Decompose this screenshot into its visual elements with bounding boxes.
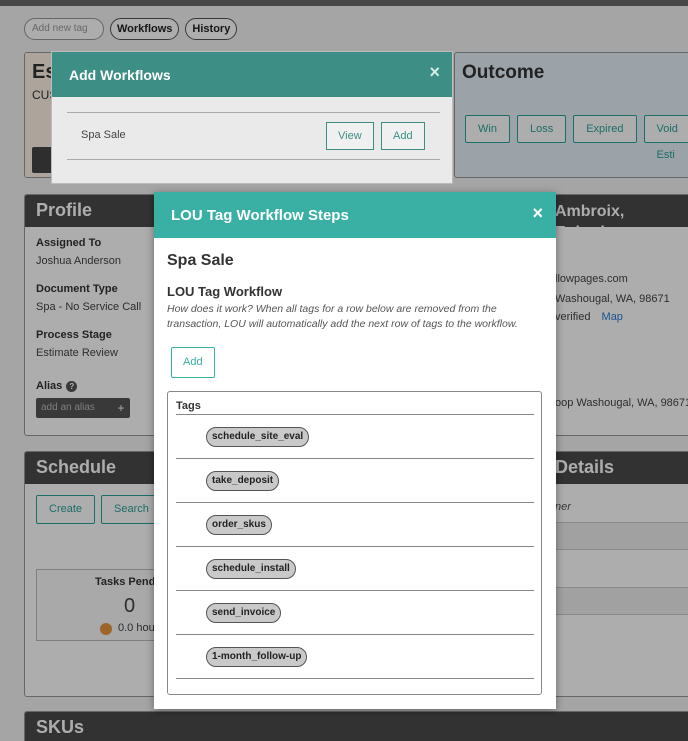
tags-table: Tags schedule_site_eval take_deposit ord… (167, 391, 542, 695)
tag-chip[interactable]: send_invoice (206, 603, 282, 623)
add-workflow-button[interactable]: Add (381, 122, 425, 150)
add-workflows-dialog: Add Workflows × Spa Sale View Add (51, 51, 453, 184)
tag-chip[interactable]: order_skus (206, 515, 272, 535)
tag-row: send_invoice (176, 591, 534, 635)
close-icon[interactable]: × (429, 62, 440, 83)
tag-chip[interactable]: take_deposit (206, 471, 280, 491)
workflow-heading: Spa Sale (167, 252, 234, 269)
tag-chip[interactable]: 1-month_follow-up (206, 647, 308, 667)
tag-row: schedule_site_eval (176, 415, 534, 459)
tag-row: take_deposit (176, 459, 534, 503)
close-icon[interactable]: × (532, 203, 543, 224)
add-row-button[interactable]: Add (171, 347, 215, 378)
modal-title: LOU Tag Workflow Steps (171, 207, 349, 224)
tag-chip[interactable]: schedule_install (206, 559, 296, 579)
workflow-row: Spa Sale View Add (67, 112, 440, 160)
tag-row: order_skus (176, 503, 534, 547)
tag-chip[interactable]: schedule_site_eval (206, 427, 310, 447)
tags-header: Tags (176, 400, 201, 412)
workflow-subheading: LOU Tag Workflow (167, 284, 283, 299)
modal-header: LOU Tag Workflow Steps × (154, 192, 556, 238)
add-workflows-title: Add Workflows (69, 67, 171, 83)
view-workflow-button[interactable]: View (326, 122, 374, 150)
add-workflows-header: Add Workflows × (52, 52, 452, 97)
lou-tag-workflow-modal: LOU Tag Workflow Steps × Spa Sale LOU Ta… (154, 192, 556, 709)
help-text: How does it work? When all tags for a ro… (167, 303, 518, 330)
tag-row: schedule_install (176, 547, 534, 591)
workflow-name: Spa Sale (81, 129, 126, 141)
tag-row: 1-month_follow-up (176, 635, 534, 679)
